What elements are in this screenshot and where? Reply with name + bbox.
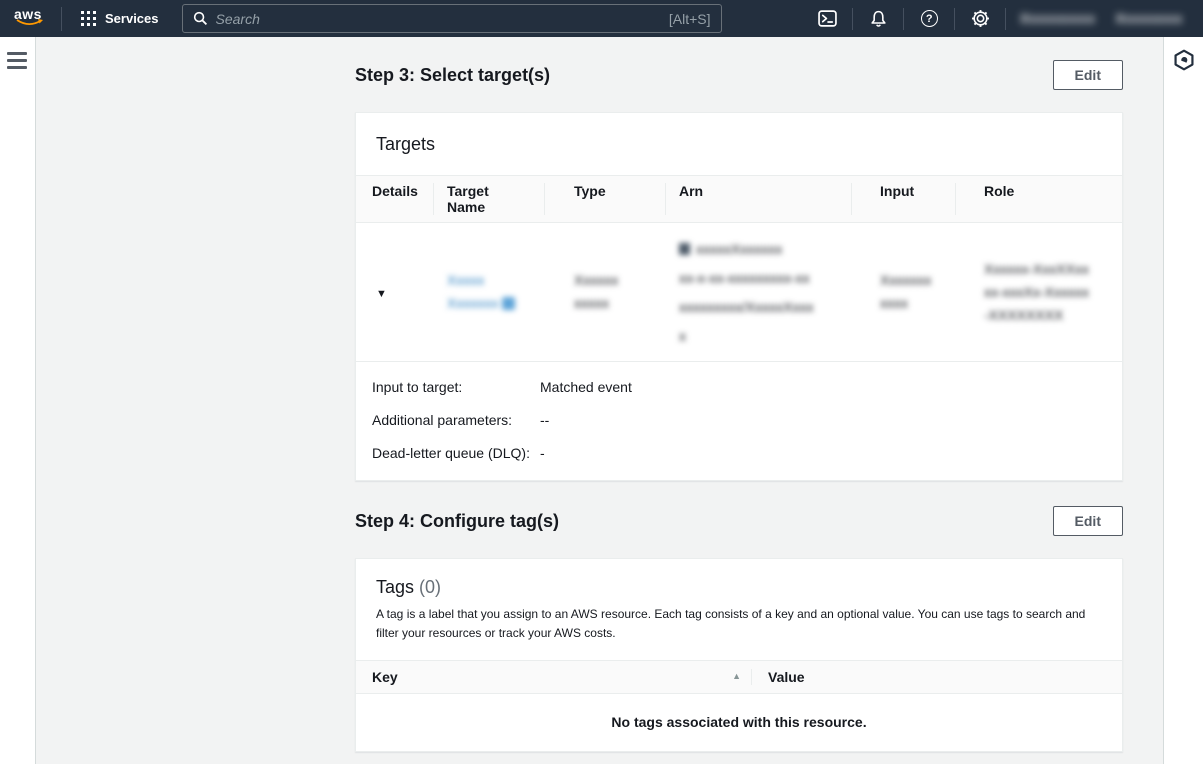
services-label: Services (105, 11, 159, 26)
tags-description: A tag is a label that you assign to an A… (376, 605, 1102, 643)
column-header-target-name: Target Name (433, 176, 544, 222)
target-input-cell: Xxxxxxx xxxx (851, 259, 955, 325)
help-button[interactable]: ? (908, 0, 950, 37)
nav-divider (903, 8, 904, 30)
target-arn-cell: xxxxxXxxxxxx xx-x-xx-xxxxxxxxx-xx xxxxxx… (665, 223, 851, 361)
tags-card: Tags (0) A tag is a label that you assig… (355, 558, 1123, 752)
nav-divider (1005, 8, 1006, 30)
step3-edit-button[interactable]: Edit (1053, 60, 1123, 90)
targets-table-header: Details Target Name Type Arn Input Role (356, 175, 1122, 223)
detail-value: -- (540, 412, 549, 428)
services-menu-button[interactable]: Services (77, 0, 163, 37)
cloudshell-icon (818, 10, 837, 27)
column-header-type: Type (544, 176, 665, 222)
target-role-text: -XXXXXXXX (984, 304, 1108, 327)
search-input[interactable] (216, 11, 661, 27)
key-header-label: Key (372, 669, 398, 685)
column-header-key[interactable]: Key ▲ (356, 661, 751, 693)
column-header-input: Input (851, 176, 955, 222)
aws-smile-icon (15, 18, 45, 30)
value-header-label: Value (768, 669, 805, 685)
cloudshell-button[interactable] (806, 0, 848, 37)
global-search-box[interactable]: [Alt+S] (182, 4, 722, 33)
target-name-link[interactable]: Xxxxxxx (447, 292, 530, 315)
target-type-text: xxxxx (574, 292, 651, 315)
settings-button[interactable] (959, 0, 1001, 37)
row-expander-icon[interactable]: ▼ (372, 288, 387, 300)
target-name-link-text: Xxxxxxx (447, 295, 498, 311)
account-menu[interactable]: Xxxxxxxx (1106, 7, 1193, 30)
column-header-role: Role (955, 176, 1122, 222)
target-details-cell: ▼ (356, 274, 433, 310)
copy-icon[interactable] (679, 243, 690, 255)
tags-card-header: Tags (0) A tag is a label that you assig… (356, 559, 1122, 660)
target-expanded-details: Input to target: Matched event Additiona… (356, 361, 1122, 480)
help-glyph: ? (926, 13, 933, 25)
step3-header: Step 3: Select target(s) Edit (355, 60, 1123, 90)
tags-count: (0) (419, 577, 441, 597)
nav-divider (61, 7, 62, 31)
column-header-arn: Arn (665, 176, 851, 222)
tags-title: Tags (0) (376, 577, 441, 597)
target-name-link[interactable]: Xxxxx (447, 269, 530, 292)
detail-label: Input to target: (372, 379, 540, 395)
detail-label: Additional parameters: (372, 412, 540, 428)
nav-utilities: ? Xxxxxxxxx Xxxxxxxx (806, 0, 1203, 37)
sort-ascending-icon: ▲ (732, 671, 741, 681)
target-type-cell: Xxxxxx xxxxx (544, 259, 665, 325)
aws-logo[interactable]: aws (14, 7, 46, 31)
arn-text: x (679, 322, 837, 351)
notifications-button[interactable] (857, 0, 899, 37)
tags-table-header: Key ▲ Value (356, 660, 1122, 694)
settings-gear-icon (971, 9, 990, 28)
detail-value: Matched event (540, 379, 632, 395)
column-header-value: Value (751, 661, 1122, 693)
arn-line: xxxxxXxxxxxx (679, 235, 837, 264)
search-icon (193, 11, 208, 26)
help-icon: ? (921, 10, 938, 27)
main-content: Step 3: Select target(s) Edit Targets De… (36, 37, 1163, 764)
target-input-text: Xxxxxxx (880, 269, 941, 292)
amazon-q-hexagon-icon (1173, 49, 1195, 71)
arn-text: xx-x-xx-xxxxxxxxx-xx (679, 264, 837, 293)
step4-header: Step 4: Configure tag(s) Edit (355, 506, 1123, 536)
amazon-q-button[interactable] (1173, 49, 1195, 71)
detail-value: - (540, 445, 545, 461)
right-sidebar-rail (1163, 37, 1203, 764)
target-role-text: xx-xxxXx-Xxxxxx (984, 281, 1108, 304)
target-role-cell: Xxxxxx-XxxXXxx xx-xxxXx-Xxxxxx -XXXXXXXX (955, 248, 1122, 337)
page-shell: Step 3: Select target(s) Edit Targets De… (0, 37, 1203, 764)
search-shortcut-hint: [Alt+S] (669, 11, 711, 27)
detail-row-dlq: Dead-letter queue (DLQ): - (356, 437, 1122, 470)
targets-card-header: Targets (356, 113, 1122, 175)
hamburger-menu-button[interactable] (7, 52, 27, 69)
step4-edit-button[interactable]: Edit (1053, 506, 1123, 536)
tags-title-text: Tags (376, 577, 414, 597)
arn-text: xxxxxxxxx/XxxxxXxxx (679, 293, 837, 322)
column-header-details: Details (356, 176, 433, 222)
services-grid-icon (81, 11, 96, 26)
step3-title: Step 3: Select target(s) (355, 65, 550, 86)
target-input-text: xxxx (880, 292, 941, 315)
targets-title: Targets (376, 134, 435, 154)
detail-row-input-to-target: Input to target: Matched event (356, 371, 1122, 404)
step4-title: Step 4: Configure tag(s) (355, 511, 559, 532)
region-selector[interactable]: Xxxxxxxxx (1010, 7, 1106, 30)
notifications-bell-icon (869, 10, 888, 28)
detail-label: Dead-letter queue (DLQ): (372, 445, 540, 461)
arn-text: xxxxxXxxxxxx (696, 241, 782, 257)
targets-card: Targets Details Target Name Type Arn Inp… (355, 112, 1123, 481)
target-type-text: Xxxxxx (574, 269, 651, 292)
nav-divider (852, 8, 853, 30)
target-row: ▼ Xxxxx Xxxxxxx Xxxxxx xxxxx xxxxxXxxxxx… (356, 223, 1122, 361)
top-navigation-bar: aws Services [Alt+S] (0, 0, 1203, 37)
nav-divider (954, 8, 955, 30)
target-name-cell: Xxxxx Xxxxxxx (433, 259, 544, 325)
tags-empty-message: No tags associated with this resource. (356, 694, 1122, 751)
detail-row-additional-parameters: Additional parameters: -- (356, 404, 1122, 437)
external-link-icon (502, 297, 515, 310)
left-sidebar-rail (0, 37, 36, 764)
target-role-text: Xxxxxx-XxxXXxx (984, 258, 1108, 281)
